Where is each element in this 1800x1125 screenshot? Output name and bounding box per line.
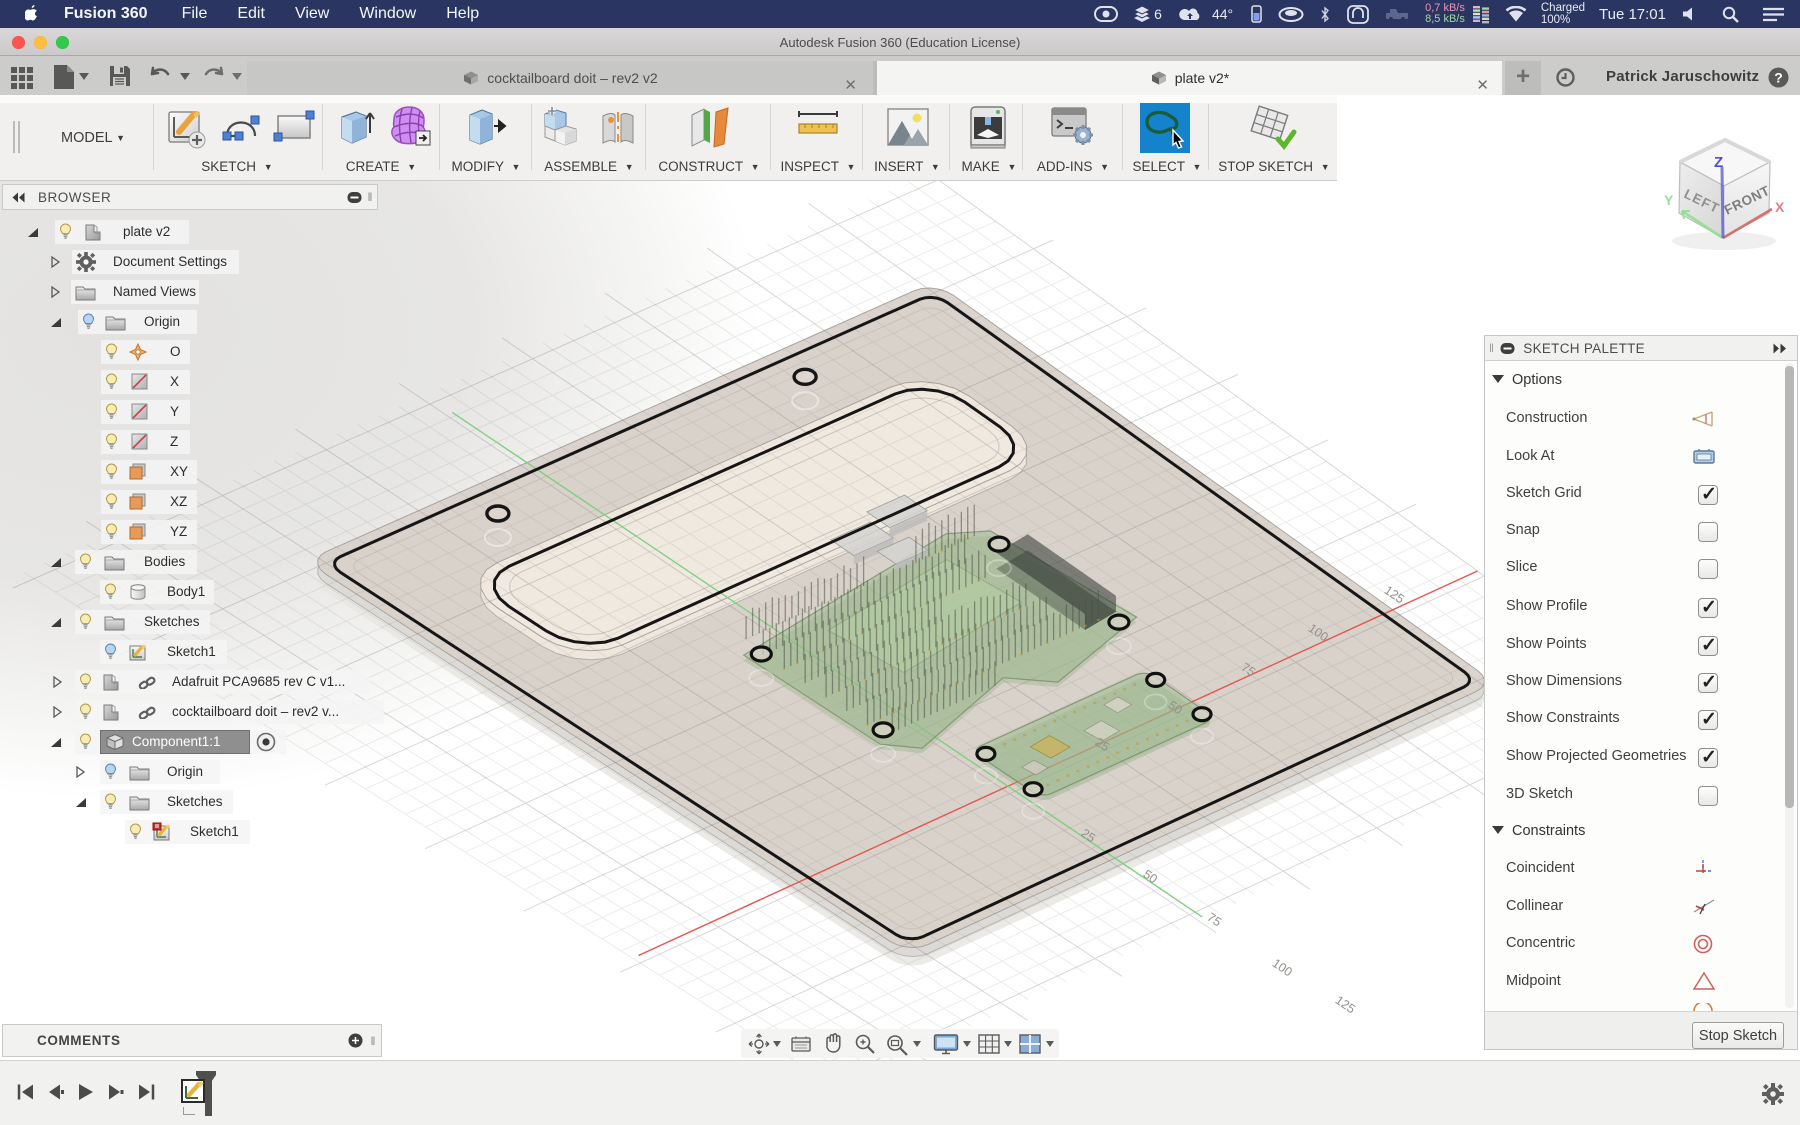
svg-text:X: X: [1775, 199, 1785, 215]
svg-text:?: ?: [1774, 70, 1783, 86]
svg-text:Z: Z: [1714, 154, 1723, 171]
svg-text:Y: Y: [1664, 192, 1674, 208]
